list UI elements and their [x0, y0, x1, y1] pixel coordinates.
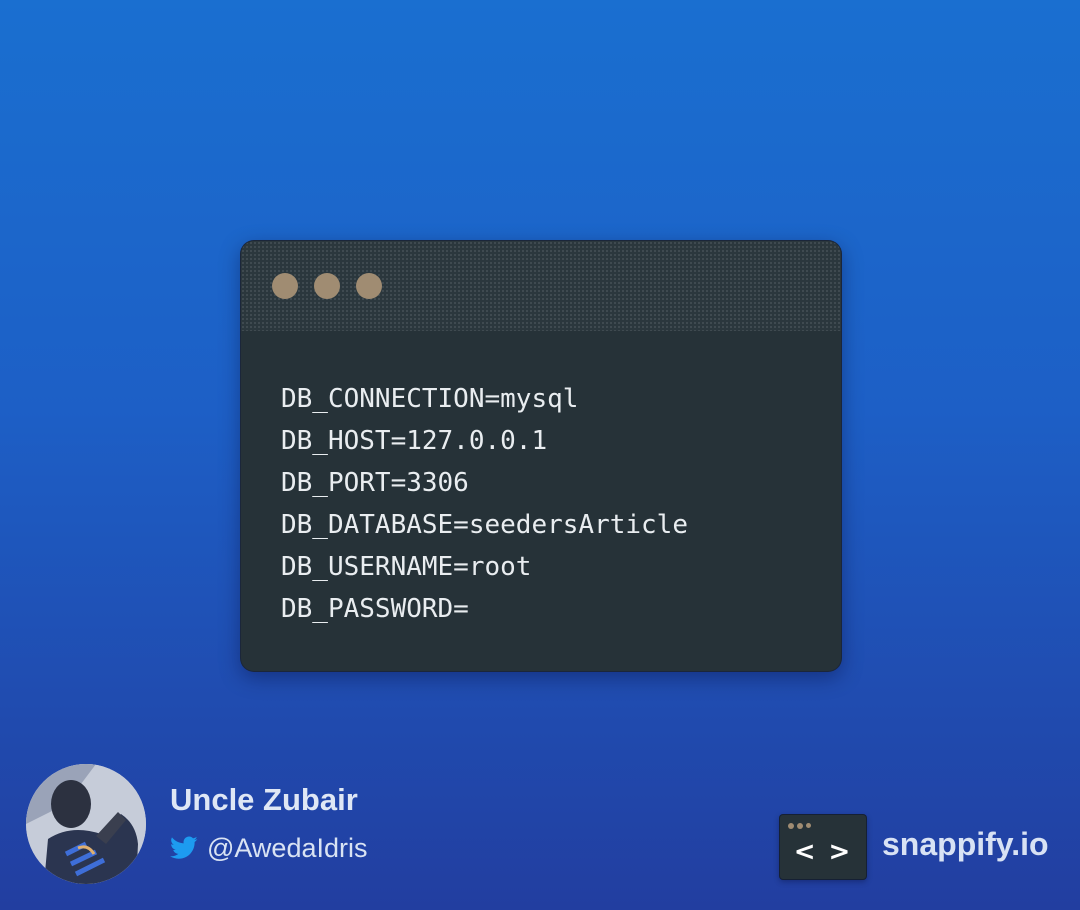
window-dot-1 [272, 273, 298, 299]
snappify-logo-icon: < > [779, 814, 867, 880]
author-handle-row[interactable]: @AwedaIdris [170, 830, 367, 866]
window-dot-2 [314, 273, 340, 299]
brand-name[interactable]: snappify.io [882, 826, 1049, 863]
code-window: DB_CONNECTION=mysql DB_HOST=127.0.0.1 DB… [240, 240, 842, 672]
code-line: DB_PASSWORD= [281, 594, 469, 624]
window-titlebar [241, 241, 841, 331]
code-line: DB_HOST=127.0.0.1 [281, 426, 548, 456]
twitter-icon [170, 836, 198, 860]
window-dot-3 [356, 273, 382, 299]
logo-dot [788, 823, 794, 829]
author-handle: @AwedaIdris [207, 832, 368, 863]
logo-dot [806, 823, 811, 828]
code-line: DB_DATABASE=seedersArticle [281, 510, 688, 540]
code-brackets-icon: < > [793, 837, 853, 867]
avatar [26, 764, 146, 884]
code-line: DB_PORT=3306 [281, 468, 469, 498]
logo-dot [797, 823, 803, 829]
avatar-image [26, 764, 146, 884]
code-block: DB_CONNECTION=mysql DB_HOST=127.0.0.1 DB… [281, 378, 688, 630]
code-line: DB_USERNAME=root [281, 552, 532, 582]
code-line: DB_CONNECTION=mysql [281, 384, 579, 414]
author-name: Uncle Zubair [170, 782, 358, 817]
